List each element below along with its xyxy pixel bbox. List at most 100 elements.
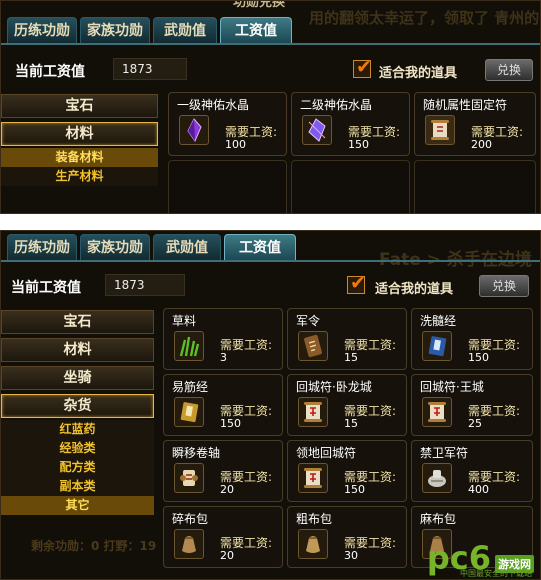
item-cell[interactable]: 粗布包 需要工资: 30 bbox=[287, 506, 407, 568]
category-materials[interactable]: 材料 bbox=[1, 338, 154, 362]
subcategory-production-materials[interactable]: 生产材料 bbox=[1, 167, 158, 186]
teleport-scroll-icon bbox=[174, 463, 204, 493]
empty-slot bbox=[168, 160, 287, 213]
empty-slot bbox=[414, 160, 536, 213]
item-name: 回城符·卧龙城 bbox=[296, 380, 372, 394]
order-token-icon bbox=[298, 331, 328, 361]
panel-title: 功勋兑换 bbox=[233, 0, 286, 10]
cost-value: 25 bbox=[468, 417, 482, 430]
cost-value: 100 bbox=[225, 138, 246, 151]
checkmark-icon: ✔ bbox=[356, 56, 372, 78]
tab-wage[interactable]: 工资值 bbox=[220, 17, 292, 43]
category-sidebar: 宝石 材料 装备材料 生产材料 bbox=[1, 94, 158, 189]
category-sundries[interactable]: 杂货 bbox=[1, 394, 154, 418]
return-scroll-icon bbox=[298, 397, 328, 427]
cost-value: 200 bbox=[471, 138, 492, 151]
fit-items-checkbox[interactable]: ✔ bbox=[353, 56, 372, 78]
item-name: 瞬移卷轴 bbox=[172, 446, 221, 460]
exchange-button[interactable]: 兑换 bbox=[485, 59, 533, 81]
wage-value-field: 1873 bbox=[113, 58, 187, 80]
wage-exchange-panel-top: 功勋兑换 用的翻领太幸运了，领取了 青州的国王狼族 啡啡哈哈 历练功勋 家族功勋… bbox=[0, 0, 541, 214]
item-name: 碎布包 bbox=[172, 512, 209, 526]
grass-icon bbox=[174, 331, 204, 361]
category-gems[interactable]: 宝石 bbox=[1, 310, 154, 334]
tab-martial-merit[interactable]: 武勋值 bbox=[153, 17, 217, 43]
item-cell[interactable]: 回城符·王城 需要工资: 25 bbox=[411, 374, 533, 436]
cost-value: 3 bbox=[220, 351, 227, 364]
violet-crystal-icon bbox=[302, 115, 332, 145]
cost-value: 15 bbox=[344, 351, 358, 364]
item-cell[interactable]: 二级神佑水晶 需要工资: 150 bbox=[291, 92, 410, 156]
item-cell[interactable]: 瞬移卷轴 需要工资: 20 bbox=[163, 440, 283, 502]
item-cell[interactable]: 禁卫军符 需要工资: 400 bbox=[411, 440, 533, 502]
tab-training-merit[interactable]: 历练功勋 bbox=[7, 17, 77, 43]
category-mounts[interactable]: 坐骑 bbox=[1, 366, 154, 390]
tab-divider bbox=[1, 260, 540, 262]
tab-bar: 历练功勋 家族功勋 武勋值 工资值 bbox=[7, 17, 292, 43]
fit-items-checkbox[interactable]: ✔ bbox=[347, 272, 366, 294]
return-scroll-icon bbox=[298, 463, 328, 493]
tab-divider bbox=[1, 43, 540, 45]
background-scroll-text: Fate > 杀手在边境 bbox=[379, 250, 532, 270]
tab-family-merit[interactable]: 家族功勋 bbox=[80, 17, 150, 43]
item-name: 粗布包 bbox=[296, 512, 333, 526]
subcategory-list: 红蓝药 经验类 配方类 副本类 其它 bbox=[1, 420, 154, 515]
tab-wage[interactable]: 工资值 bbox=[224, 234, 296, 260]
category-sidebar: 宝石 材料 坐骑 杂货 红蓝药 经验类 配方类 副本类 其它 bbox=[1, 310, 154, 518]
item-cell[interactable]: 领地回城符 需要工资: 150 bbox=[287, 440, 407, 502]
cost-value: 15 bbox=[344, 417, 358, 430]
item-name: 领地回城符 bbox=[296, 446, 357, 460]
fit-items-label: 适合我的道具 bbox=[379, 66, 458, 81]
tab-family-merit[interactable]: 家族功勋 bbox=[80, 234, 150, 260]
cost-value: 150 bbox=[468, 351, 489, 364]
item-name: 易筋经 bbox=[172, 380, 209, 394]
item-cell[interactable]: 军令 需要工资: 15 bbox=[287, 308, 407, 370]
tab-bar: 历练功勋 家族功勋 武勋值 工资值 bbox=[7, 234, 296, 260]
item-name: 洗髓经 bbox=[420, 314, 457, 328]
item-cell[interactable]: 碎布包 需要工资: 20 bbox=[163, 506, 283, 568]
subcategory-equipment-materials[interactable]: 装备材料 bbox=[1, 148, 158, 167]
blue-book-icon bbox=[422, 331, 452, 361]
subcategory-dungeon[interactable]: 副本类 bbox=[1, 477, 154, 496]
item-name: 草料 bbox=[172, 314, 197, 328]
cost-value: 150 bbox=[348, 138, 369, 151]
item-name: 军令 bbox=[296, 314, 321, 328]
tab-training-merit[interactable]: 历练功勋 bbox=[7, 234, 77, 260]
category-gems[interactable]: 宝石 bbox=[1, 94, 158, 118]
yellow-book-icon bbox=[174, 397, 204, 427]
wage-label: 当前工资值 bbox=[15, 64, 85, 80]
item-name: 麻布包 bbox=[420, 512, 457, 526]
exchange-button[interactable]: 兑换 bbox=[479, 275, 529, 297]
wage-exchange-panel-bottom: Fate > 杀手在边境 历练功勋 家族功勋 武勋值 工资值 当前工资值 187… bbox=[0, 230, 541, 580]
item-grid: 一级神佑水晶 需要工资: 100 二级神佑水晶 需要工资: 150 随机属性固定… bbox=[168, 92, 536, 213]
item-cell[interactable]: 易筋经 需要工资: 150 bbox=[163, 374, 283, 436]
cost-value: 30 bbox=[344, 549, 358, 562]
item-name: 一级神佑水晶 bbox=[177, 98, 250, 112]
empty-slot bbox=[291, 160, 410, 213]
scroll-icon bbox=[425, 115, 455, 145]
wage-value-field: 1873 bbox=[105, 274, 185, 296]
item-cell[interactable]: 回城符·卧龙城 需要工资: 15 bbox=[287, 374, 407, 436]
background-footer-text: 剩余功勋：0 打野：19 bbox=[31, 539, 157, 553]
purple-crystal-icon bbox=[179, 115, 209, 145]
tab-martial-merit[interactable]: 武勋值 bbox=[153, 234, 221, 260]
item-cell[interactable]: 洗髓经 需要工资: 150 bbox=[411, 308, 533, 370]
subcategory-potions[interactable]: 红蓝药 bbox=[1, 420, 154, 439]
item-cell[interactable]: 随机属性固定符 需要工资: 200 bbox=[414, 92, 536, 156]
category-materials[interactable]: 材料 bbox=[1, 122, 158, 146]
wage-label: 当前工资值 bbox=[11, 280, 81, 296]
cloth-bag-icon bbox=[174, 529, 204, 559]
cost-value: 400 bbox=[468, 483, 489, 496]
guard-talisman-icon bbox=[422, 463, 452, 493]
fit-items-label: 适合我的道具 bbox=[375, 282, 454, 297]
item-name: 随机属性固定符 bbox=[423, 98, 508, 112]
cost-value: 20 bbox=[220, 549, 234, 562]
subcategory-other[interactable]: 其它 bbox=[1, 496, 154, 515]
item-name: 二级神佑水晶 bbox=[300, 98, 373, 112]
subcategory-experience[interactable]: 经验类 bbox=[1, 439, 154, 458]
cost-value: 150 bbox=[220, 417, 241, 430]
item-cell[interactable]: 草料 需要工资: 3 bbox=[163, 308, 283, 370]
item-cell[interactable]: 一级神佑水晶 需要工资: 100 bbox=[168, 92, 287, 156]
subcategory-recipes[interactable]: 配方类 bbox=[1, 458, 154, 477]
background-scroll-text: 用的翻领太幸运了，领取了 青州的国王狼族 啡啡哈哈 bbox=[309, 9, 540, 27]
